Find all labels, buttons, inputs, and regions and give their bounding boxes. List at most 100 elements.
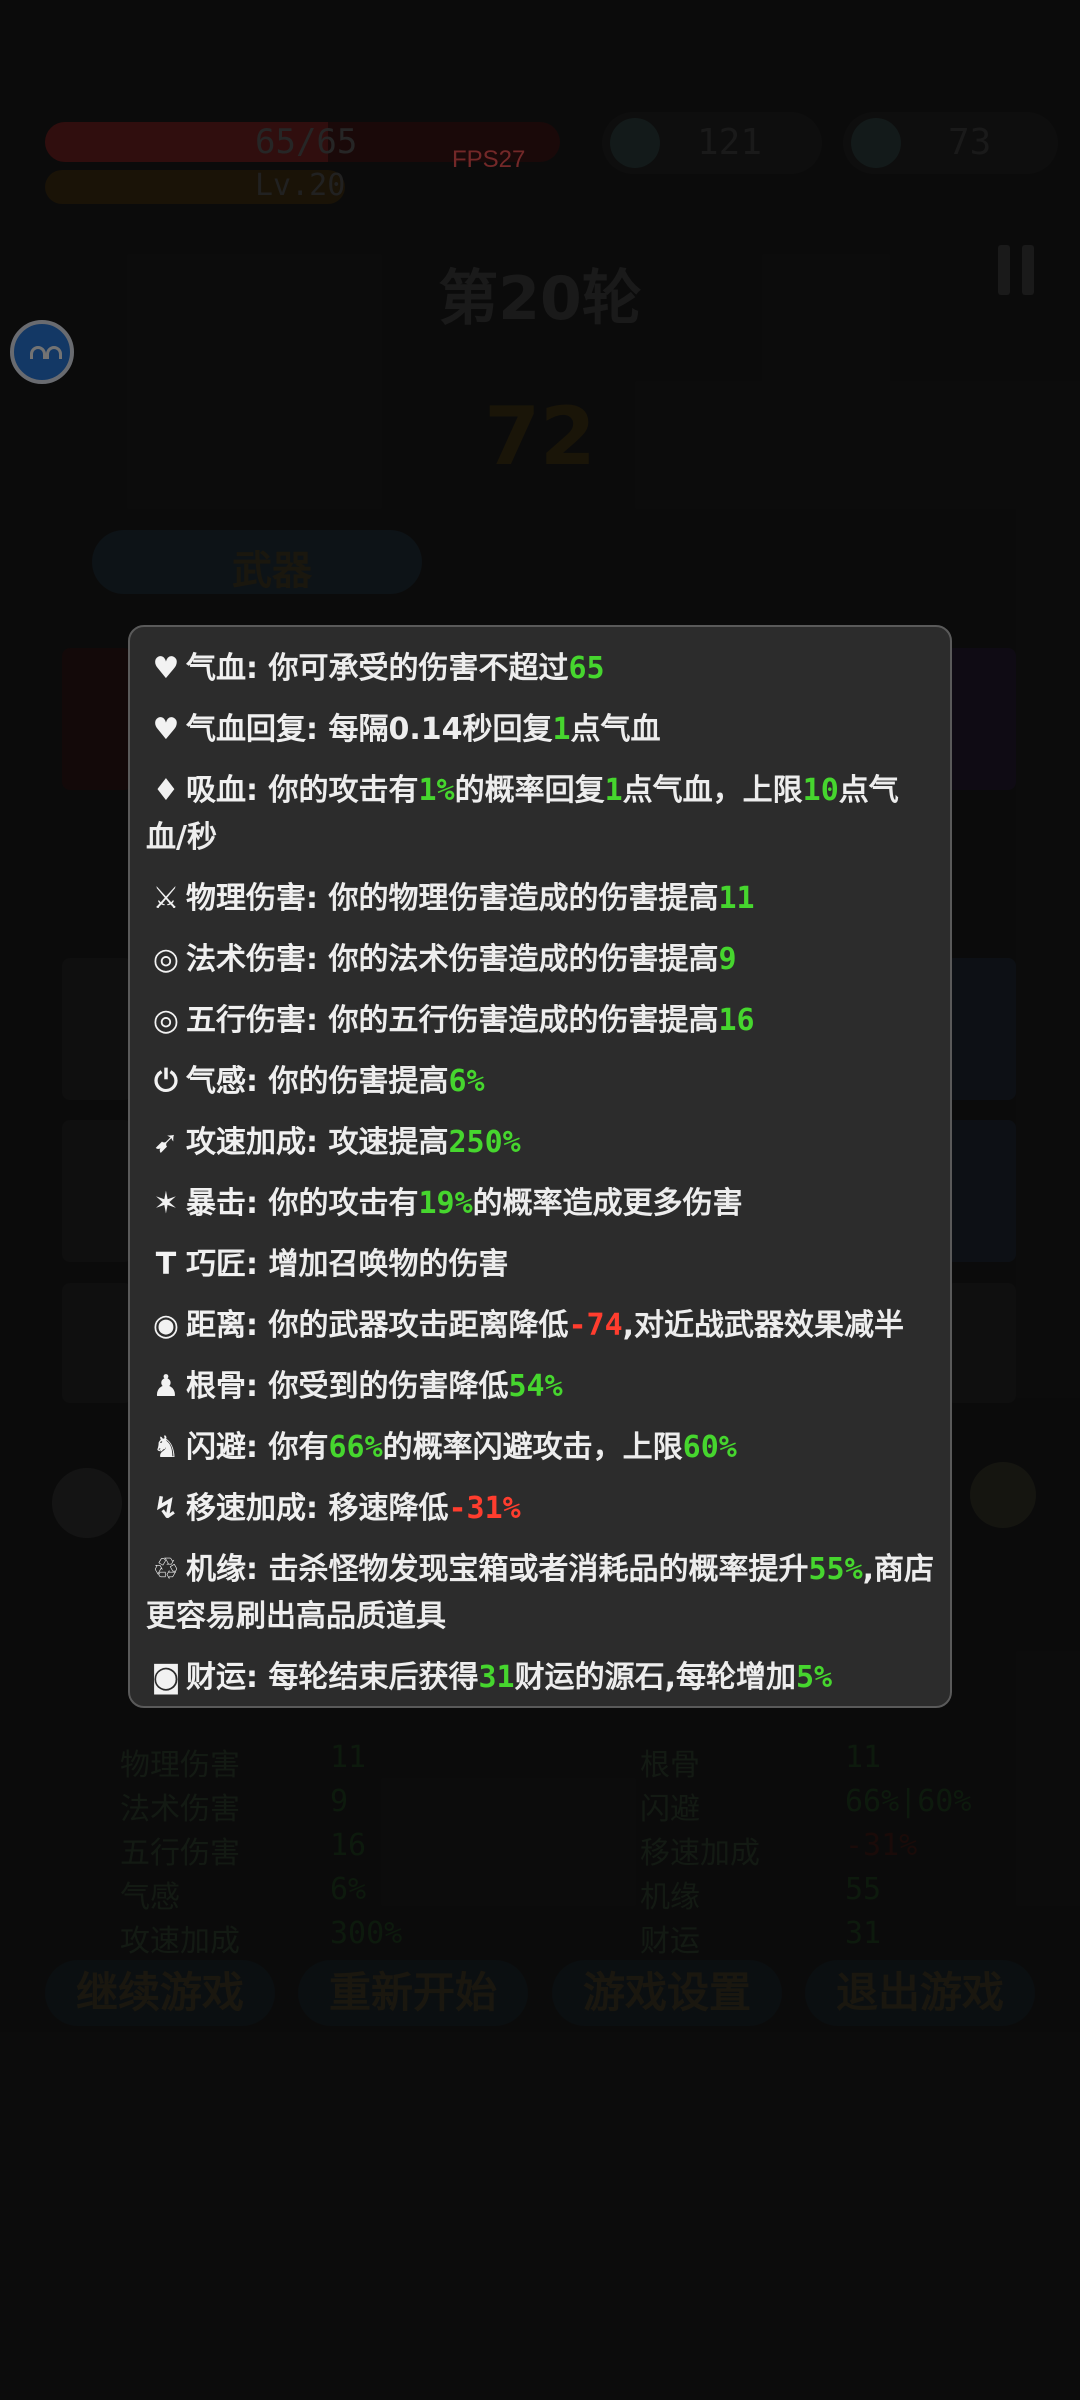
game-settings-button[interactable]: 游戏设置 bbox=[552, 1960, 782, 2026]
pause-icon bbox=[998, 245, 1010, 295]
bg-stat-name: 移速加成 bbox=[640, 1836, 760, 1871]
tooltip-row: ➹ 攻速加成: 攻速提高250% bbox=[146, 1119, 936, 1166]
stat-value-positive: 16 bbox=[718, 1003, 755, 1038]
tooltip-row: ♥ 气血: 你可承受的伤害不超过65 bbox=[146, 645, 936, 692]
stat-name: 气感: bbox=[186, 1064, 269, 1099]
stat-value-positive: 1 bbox=[552, 712, 571, 747]
stat-description: 击杀怪物发现宝箱或者消耗品的概率提升 bbox=[268, 1552, 809, 1587]
tooltip-row: ✶ 暴击: 你的攻击有19%的概率造成更多伤害 bbox=[146, 1180, 936, 1227]
stat-description: 财运的源石,每轮增加 bbox=[514, 1660, 796, 1695]
bg-stat-value: 6% bbox=[330, 1872, 367, 1907]
stat-description: 攻速提高 bbox=[328, 1125, 449, 1160]
stat-icon: ♦ bbox=[152, 773, 180, 808]
tooltip-row: ◎ 五行伤害: 你的五行伤害造成的伤害提高16 bbox=[146, 997, 936, 1044]
character-avatar bbox=[52, 1468, 122, 1538]
stat-description: 每隔0.14秒回复 bbox=[328, 712, 553, 747]
resource-value-1: 121 bbox=[697, 122, 763, 163]
stat-icon: ♟ bbox=[152, 1369, 180, 1404]
item-slot-3[interactable] bbox=[62, 1120, 132, 1262]
stat-description: 你的伤害提高 bbox=[268, 1064, 449, 1099]
continue-game-button[interactable]: 继续游戏 bbox=[45, 1960, 275, 2026]
restart-button[interactable]: 重新开始 bbox=[298, 1960, 528, 2026]
stat-icon: ♲ bbox=[152, 1552, 180, 1587]
bg-stat-value: -31% bbox=[845, 1828, 918, 1863]
stat-icon: ◎ bbox=[152, 1003, 180, 1038]
stat-name: 攻速加成: bbox=[186, 1125, 329, 1160]
pause-button[interactable] bbox=[998, 245, 1038, 295]
stat-value-positive: 10 bbox=[802, 773, 839, 808]
bg-stat-name: 法术伤害 bbox=[120, 1792, 240, 1827]
stat-description: 移速降低 bbox=[328, 1491, 449, 1526]
bg-stat-value: 300% bbox=[330, 1916, 403, 1951]
stat-description: 你的武器攻击距离降低 bbox=[268, 1308, 569, 1343]
stat-icon: ⚔ bbox=[152, 881, 180, 916]
quit-game-button[interactable]: 退出游戏 bbox=[805, 1960, 1035, 2026]
bg-stat-name: 气感 bbox=[120, 1880, 180, 1915]
round-timer: 72 bbox=[484, 390, 596, 483]
stat-description: 你的攻击有 bbox=[268, 773, 419, 808]
stat-icon: ⏻ bbox=[154, 1064, 178, 1099]
weapon-slot-1[interactable] bbox=[62, 648, 132, 790]
info-button[interactable] bbox=[970, 1462, 1036, 1528]
item-slot-4[interactable] bbox=[946, 1120, 1016, 1262]
bg-stat-name: 物理伤害 bbox=[120, 1748, 240, 1783]
bg-stat-value: 31 bbox=[845, 1916, 882, 1951]
crystal-icon bbox=[851, 118, 901, 168]
stat-icon: ◙ bbox=[151, 1660, 181, 1695]
stat-icon: T bbox=[155, 1247, 177, 1282]
bg-stat-name: 攻速加成 bbox=[120, 1924, 240, 1959]
fps-counter: FPS27 bbox=[452, 146, 526, 173]
stat-icon: ↯ bbox=[153, 1491, 179, 1526]
stat-name: 暴击: bbox=[186, 1186, 269, 1221]
bg-stat-value: 16 bbox=[330, 1828, 367, 1863]
bg-stat-name: 财运 bbox=[640, 1924, 700, 1959]
tooltip-row: T 巧匠: 增加召唤物的伤害 bbox=[146, 1241, 936, 1288]
eye-icon-left bbox=[30, 346, 46, 359]
weapon-slot-2[interactable] bbox=[946, 648, 1016, 790]
stat-name: 法术伤害: bbox=[186, 942, 329, 977]
eye-icon-right bbox=[46, 346, 62, 359]
stat-name: 移速加成: bbox=[186, 1491, 329, 1526]
tooltip-row: ♦ 吸血: 你的攻击有1%的概率回复1点气血，上限10点气血/秒 bbox=[146, 767, 936, 861]
stat-value-positive: 5% bbox=[795, 1660, 833, 1695]
tooltip-row: ♞ 闪避: 你有66%的概率闪避攻击，上限60% bbox=[146, 1424, 936, 1471]
stat-value-positive: 66% bbox=[328, 1430, 383, 1465]
tooltip-row: ◙ 财运: 每轮结束后获得31财运的源石,每轮增加5% bbox=[146, 1654, 936, 1701]
item-slot-6[interactable] bbox=[946, 1283, 1016, 1403]
item-slot-1[interactable] bbox=[62, 958, 132, 1100]
assistant-float-button[interactable] bbox=[10, 320, 74, 384]
stat-description: 每轮结束后获得 bbox=[268, 1660, 479, 1695]
stat-description: 你的物理伤害造成的伤害提高 bbox=[328, 881, 719, 916]
stat-value-positive: 250% bbox=[448, 1125, 521, 1160]
bg-stat-name: 闪避 bbox=[640, 1792, 700, 1827]
stat-icon: ✶ bbox=[153, 1186, 179, 1221]
stat-value-positive: 19% bbox=[418, 1186, 473, 1221]
stat-icon: ♞ bbox=[152, 1430, 180, 1465]
item-slot-5[interactable] bbox=[62, 1283, 132, 1403]
level-text: Lv.20 bbox=[255, 168, 346, 203]
stat-value-positive: 9 bbox=[718, 942, 737, 977]
stat-value-positive: 55% bbox=[808, 1552, 863, 1587]
stat-name: 物理伤害: bbox=[186, 881, 329, 916]
tab-weapon-label: 武器 bbox=[232, 548, 312, 594]
bg-stat-value: 55 bbox=[845, 1872, 882, 1907]
item-slot-2[interactable] bbox=[946, 958, 1016, 1100]
stat-value-positive: 60% bbox=[682, 1430, 737, 1465]
bg-stat-name: 五行伤害 bbox=[120, 1836, 240, 1871]
tooltip-row: ♲ 机缘: 击杀怪物发现宝箱或者消耗品的概率提升55%,商店更容易刷出高品质道具 bbox=[146, 1546, 936, 1640]
stat-name: 五行伤害: bbox=[186, 1003, 329, 1038]
tooltip-row: ⏻ 气感: 你的伤害提高6% bbox=[146, 1058, 936, 1105]
stat-name: 气血: bbox=[186, 651, 269, 686]
stat-name: 闪避: bbox=[186, 1430, 269, 1465]
tooltip-row: ↯ 移速加成: 移速降低-31% bbox=[146, 1485, 936, 1532]
tooltip-row: ♟ 根骨: 你受到的伤害降低54% bbox=[146, 1363, 936, 1410]
stat-value-positive: 6% bbox=[448, 1064, 485, 1099]
stat-description: 你有 bbox=[268, 1430, 329, 1465]
bg-stat-name: 机缘 bbox=[640, 1880, 700, 1915]
tooltip-row: ♥ 气血回复: 每隔0.14秒回复1点气血 bbox=[146, 706, 936, 753]
stat-value-positive: 31 bbox=[478, 1660, 515, 1695]
tab-weapon[interactable]: 武器 bbox=[92, 530, 422, 594]
stat-description: ,对近战武器效果减半 bbox=[622, 1308, 905, 1343]
stat-name: 巧匠: bbox=[186, 1247, 269, 1282]
bg-stat-name: 根骨 bbox=[640, 1748, 700, 1783]
